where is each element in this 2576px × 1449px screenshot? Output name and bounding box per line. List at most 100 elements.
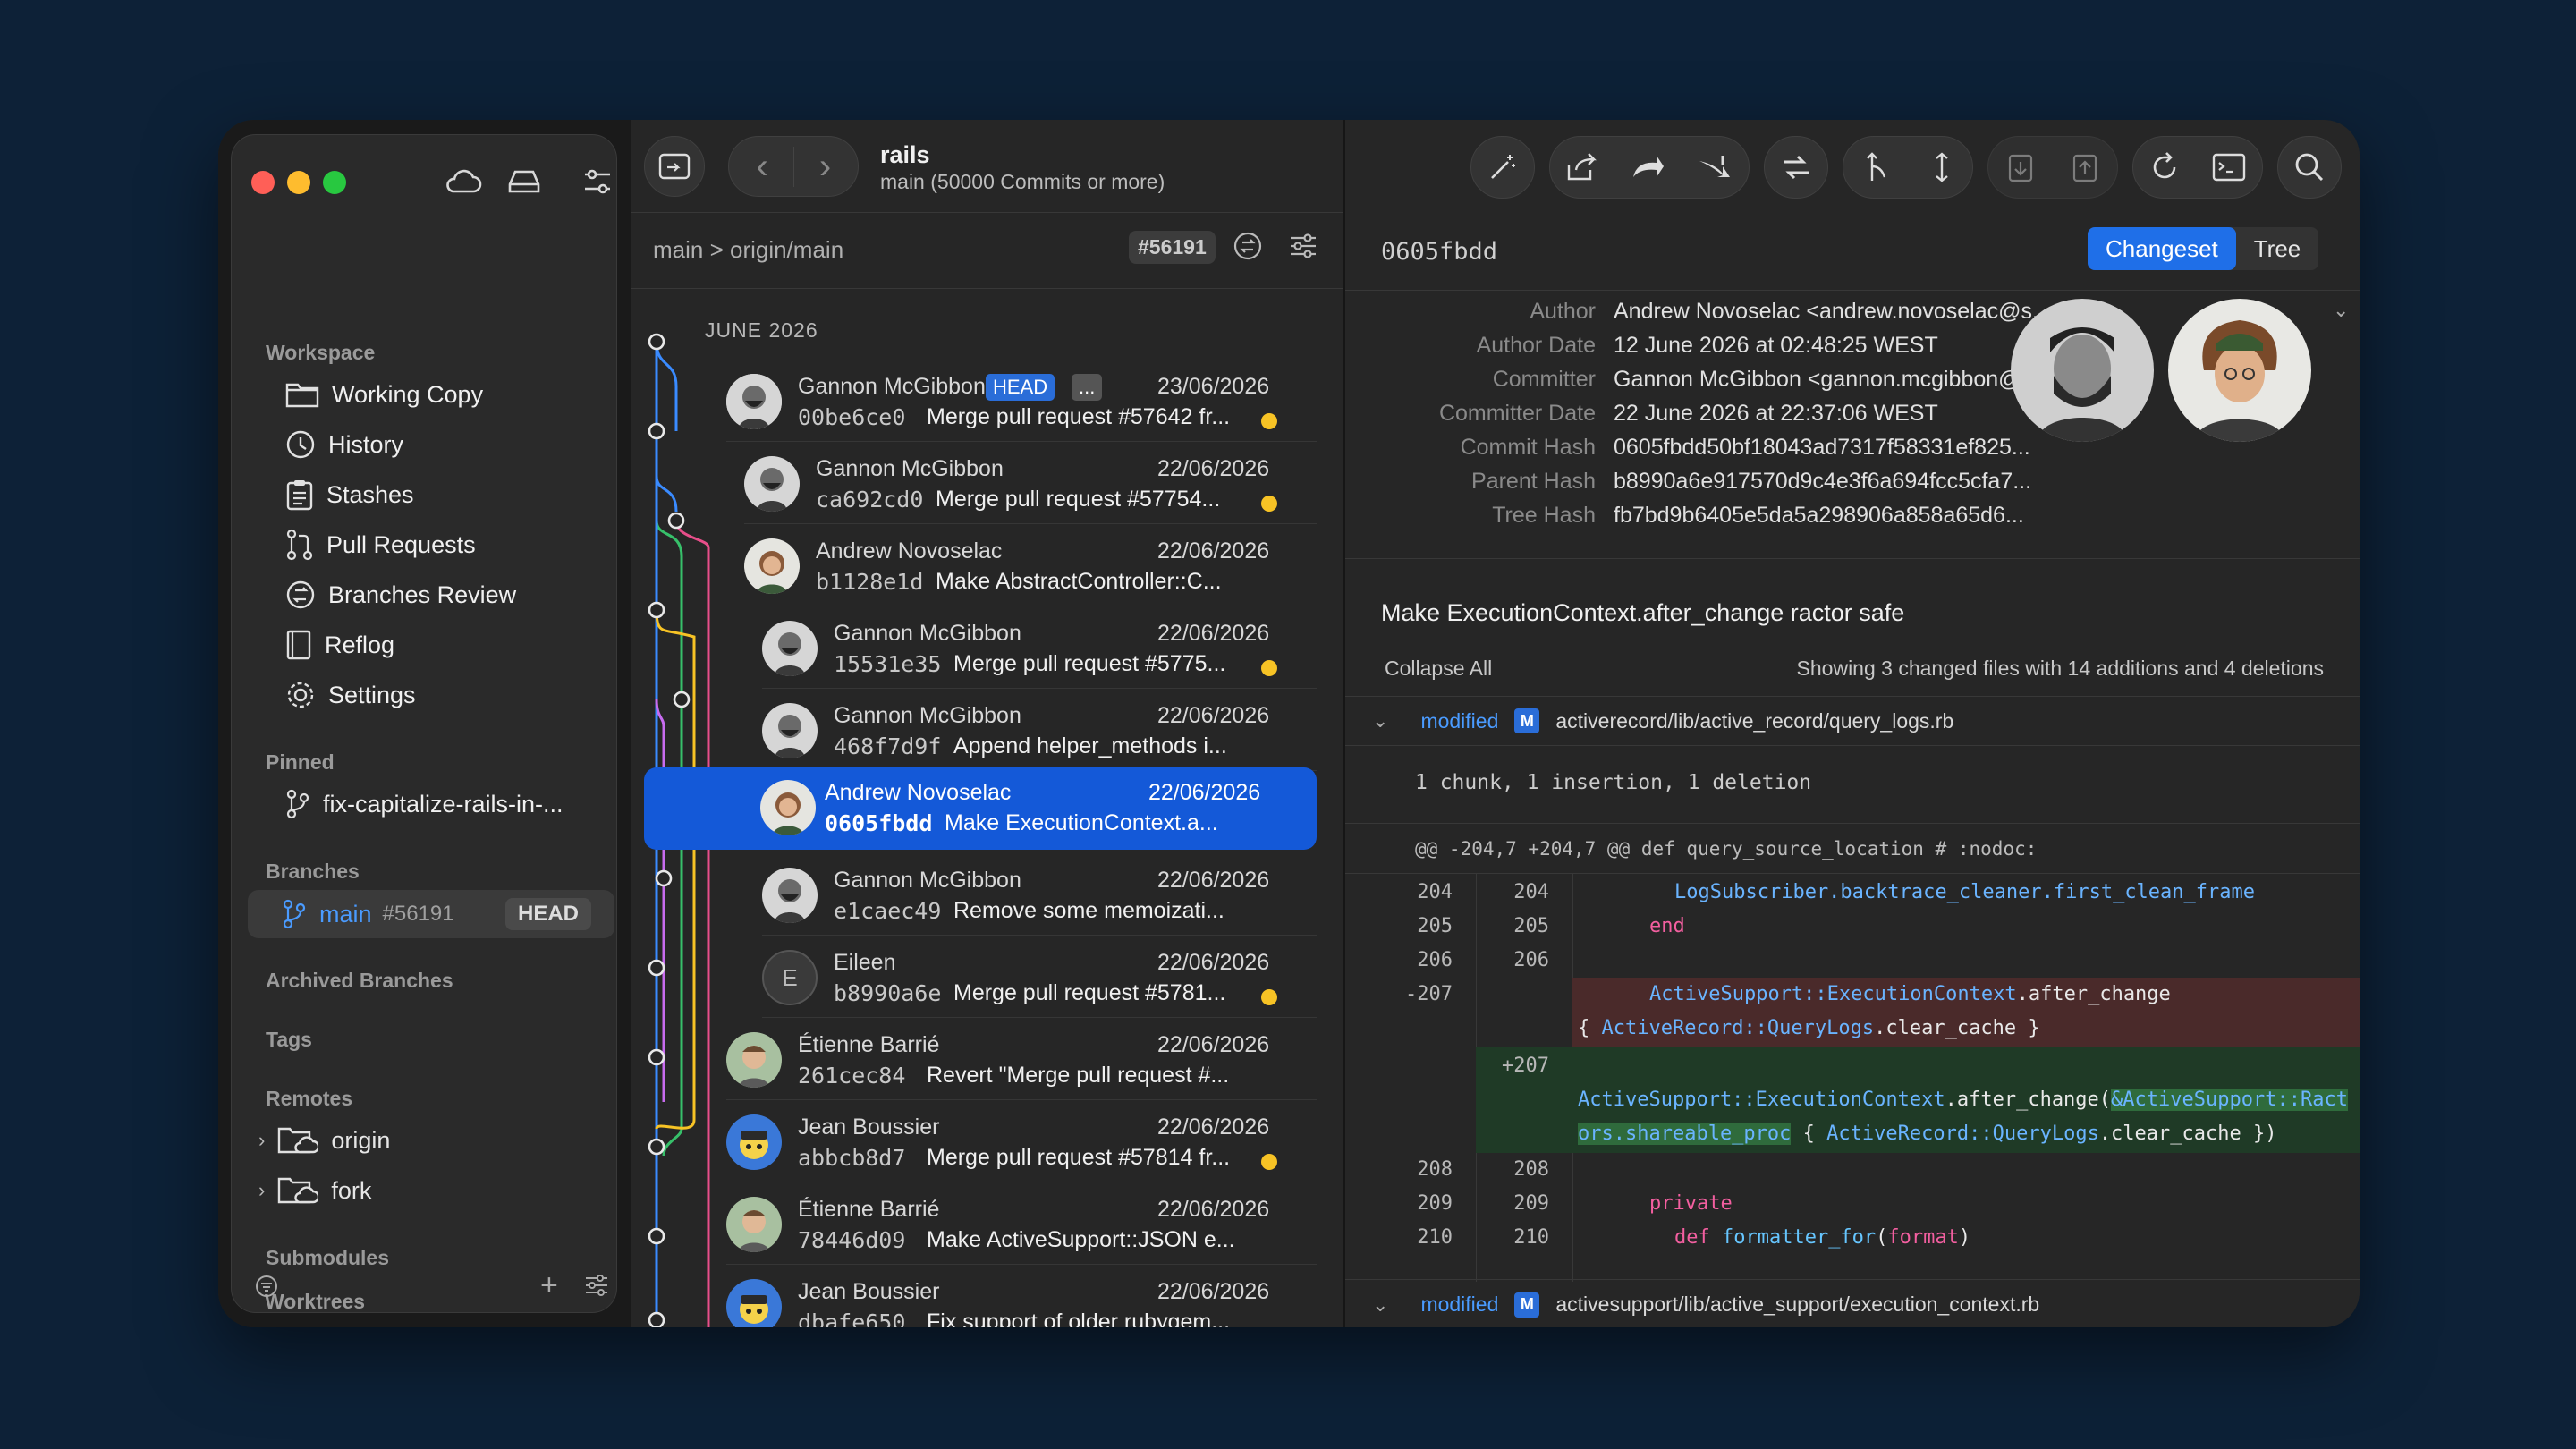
- chevron-down-icon[interactable]: ⌄: [2333, 299, 2349, 322]
- filter-icon[interactable]: [254, 1274, 279, 1303]
- sidebar-item-pull-requests[interactable]: Pull Requests: [285, 523, 476, 566]
- divider: [1345, 558, 2360, 559]
- diff-line: 204 204 LogSubscriber.backtrace_cleaner.…: [1345, 876, 2360, 910]
- actions-toolbar: [1345, 120, 2360, 213]
- commit-row[interactable]: E Eileen 22/06/2026 b8990a6e Merge pull …: [762, 937, 1317, 1018]
- cloud-icon[interactable]: [441, 162, 486, 201]
- branch-merge-icon[interactable]: [1863, 150, 1892, 184]
- drive-icon[interactable]: [502, 162, 547, 201]
- branch-path[interactable]: main > origin/main: [653, 236, 843, 264]
- sidebar-item-branches-review[interactable]: Branches Review: [285, 573, 516, 616]
- close-window-button[interactable]: [251, 171, 275, 194]
- pull-icon[interactable]: [1696, 152, 1733, 182]
- sidebar-item-reflog[interactable]: Reflog: [285, 623, 394, 666]
- commit-row[interactable]: Gannon McGibbon 22/06/2026 ca692cd0 Merg…: [744, 444, 1317, 524]
- commit-row-selected[interactable]: Andrew Novoselac 22/06/2026 0605fbdd Mak…: [644, 767, 1317, 850]
- diff-line: 205 205 end: [1345, 910, 2360, 944]
- chevron-down-icon[interactable]: ⌄: [1372, 709, 1388, 733]
- folder-icon: [285, 383, 319, 408]
- branch-item-main[interactable]: main #56191 HEAD: [248, 890, 614, 938]
- chevron-right-icon[interactable]: ›: [258, 1129, 265, 1152]
- forward-button[interactable]: ›: [793, 146, 856, 187]
- archived-branches-label[interactable]: Archived Branches: [266, 969, 453, 993]
- share-icon[interactable]: [1565, 152, 1599, 182]
- cloud-folder-icon: [278, 1127, 319, 1154]
- remotes-label[interactable]: Remotes: [266, 1087, 352, 1111]
- commit-row[interactable]: Jean Boussier 22/06/2026 abbcb8d7 Merge …: [726, 1102, 1317, 1182]
- code-text: (: [1876, 1226, 1888, 1249]
- remote-item-fork[interactable]: › fork: [258, 1169, 371, 1212]
- more-tag[interactable]: ...: [1072, 374, 1103, 401]
- chevron-down-icon[interactable]: ⌄: [1372, 1293, 1388, 1317]
- old-line-number: 206: [1417, 949, 1453, 971]
- commit-row[interactable]: Étienne Barrié 22/06/2026 261cec84 Rever…: [726, 1020, 1317, 1100]
- commit-date: 22/06/2026: [1157, 1279, 1270, 1304]
- chevron-right-icon[interactable]: ›: [258, 1179, 265, 1202]
- submodules-label[interactable]: Submodules: [266, 1246, 389, 1270]
- repository-switch-button[interactable]: [644, 136, 705, 197]
- worktrees-label[interactable]: Worktrees: [265, 1290, 365, 1314]
- commit-message: Remove some memoizati...: [953, 898, 1224, 923]
- patch-export-icon[interactable]: [2072, 151, 2098, 183]
- file-header[interactable]: ⌄ modified M activesupport/lib/active_su…: [1345, 1279, 2360, 1327]
- changes-summary: Showing 3 changed files with 14 addition…: [1796, 657, 2324, 680]
- meta-value-commit-hash[interactable]: 0605fbdd50bf18043ad7317f58331ef825...: [1614, 435, 2030, 461]
- code-text: def: [1674, 1226, 1722, 1249]
- meta-key: Commit Hash: [1460, 435, 1596, 460]
- terminal-icon[interactable]: [2212, 153, 2246, 182]
- commit-date: 22/06/2026: [1157, 456, 1270, 481]
- sidebar-item-history[interactable]: History: [285, 423, 403, 466]
- collapse-all-button[interactable]: Collapse All: [1385, 657, 1492, 681]
- sync-icon[interactable]: [1233, 231, 1263, 266]
- zoom-window-button[interactable]: [323, 171, 346, 194]
- filter-settings-icon[interactable]: [575, 162, 620, 201]
- commit-date: 22/06/2026: [1157, 868, 1270, 893]
- commit-author: Andrew Novoselac: [816, 538, 1003, 564]
- commit-row[interactable]: Gannon McGibbon HEAD ... 23/06/2026 00be…: [726, 361, 1317, 442]
- back-button[interactable]: ‹: [731, 147, 793, 187]
- remote-item-origin[interactable]: › origin: [258, 1119, 390, 1162]
- file-header[interactable]: ⌄ modified M activerecord/lib/active_rec…: [1345, 696, 2360, 746]
- old-line-number: 209: [1417, 1192, 1453, 1215]
- tags-label[interactable]: Tags: [266, 1028, 312, 1052]
- meta-value-parent-hash[interactable]: b8990a6e917570d9c4e3f6a694fcc5cfa7...: [1614, 469, 2031, 495]
- sidebar-item-working-copy[interactable]: Working Copy: [285, 373, 483, 416]
- commit-row[interactable]: Gannon McGibbon 22/06/2026 15531e35 Merg…: [762, 608, 1317, 689]
- avatar: [726, 374, 782, 429]
- meta-key: Author: [1530, 299, 1596, 324]
- refresh-icon[interactable]: [2149, 151, 2180, 183]
- meta-value-committer[interactable]: Gannon McGibbon <gannon.mcgibbon@g...: [1614, 367, 2052, 393]
- head-badge: HEAD: [504, 898, 591, 930]
- add-icon[interactable]: +: [540, 1268, 558, 1303]
- fetch-icon[interactable]: [1630, 152, 1665, 182]
- sidebar-item-label: Pull Requests: [326, 530, 476, 558]
- commit-row[interactable]: Jean Boussier 22/06/2026 dbafe650 Fix su…: [726, 1267, 1317, 1327]
- commit-row[interactable]: Andrew Novoselac 22/06/2026 b1128e1d Mak…: [744, 526, 1317, 606]
- commit-row[interactable]: Gannon McGibbon 22/06/2026 e1caec49 Remo…: [762, 855, 1317, 936]
- sidebar-settings-icon[interactable]: [583, 1272, 610, 1303]
- rebase-icon[interactable]: [1931, 150, 1953, 184]
- commit-hash: 468f7d9f: [834, 733, 942, 759]
- sidebar-item-settings[interactable]: Settings: [285, 674, 416, 716]
- sidebar-item-stashes[interactable]: Stashes: [285, 473, 414, 516]
- author-avatar: [2011, 299, 2154, 442]
- search-button[interactable]: [2277, 136, 2342, 199]
- meta-key: Tree Hash: [1492, 503, 1596, 528]
- commit-row[interactable]: Gannon McGibbon 22/06/2026 468f7d9f Appe…: [762, 691, 1317, 771]
- history-filter-icon[interactable]: [1288, 231, 1318, 266]
- magic-wand-button[interactable]: [1470, 136, 1535, 199]
- minimize-window-button[interactable]: [287, 171, 310, 194]
- meta-value-tree-hash[interactable]: fb7bd9b6405e5da5a298906a858a65d6...: [1614, 503, 2024, 529]
- patch-import-icon[interactable]: [2007, 151, 2034, 183]
- meta-value-author[interactable]: Andrew Novoselac <andrew.novoselac@s...: [1614, 299, 2051, 325]
- avatar: [744, 456, 800, 512]
- tab-tree[interactable]: Tree: [2236, 227, 2319, 270]
- warning-dot: [1261, 660, 1277, 676]
- tab-changeset[interactable]: Changeset: [2088, 227, 2236, 270]
- pinned-branch-item[interactable]: fix-capitalize-rails-in-...: [285, 783, 564, 826]
- commit-date: 22/06/2026: [1157, 538, 1270, 564]
- stash-button[interactable]: [1764, 136, 1828, 199]
- book-icon: [286, 630, 311, 660]
- commit-row[interactable]: Étienne Barrié 22/06/2026 78446d09 Make …: [726, 1184, 1317, 1265]
- commit-date: 22/06/2026: [1148, 780, 1261, 805]
